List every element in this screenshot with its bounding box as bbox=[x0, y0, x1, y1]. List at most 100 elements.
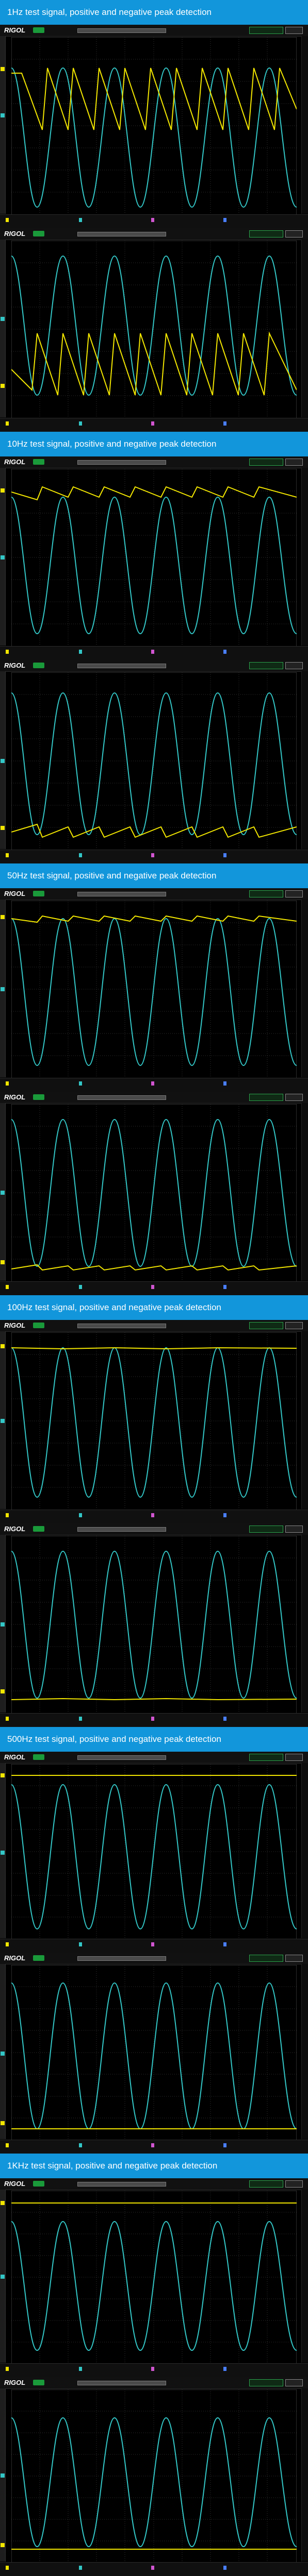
brand-logo: RIGOL bbox=[4, 1954, 26, 1962]
memory-bar bbox=[77, 232, 166, 236]
memory-bar bbox=[77, 892, 166, 896]
run-indicator-icon bbox=[33, 2380, 44, 2385]
right-side-panel bbox=[301, 240, 308, 417]
waveform-display bbox=[11, 901, 297, 1078]
trigger-icon[interactable] bbox=[249, 1322, 283, 1329]
ch1-offset-marker[interactable] bbox=[1, 2543, 5, 2547]
trigger-level-indicator bbox=[285, 1754, 303, 1761]
oscilloscope-screen: RIGOL bbox=[0, 2377, 308, 2576]
trigger-icon[interactable] bbox=[249, 1094, 283, 1101]
trigger-icon[interactable] bbox=[249, 662, 283, 669]
ch2-offset-marker[interactable] bbox=[1, 1851, 5, 1855]
ch4-readout bbox=[222, 2367, 228, 2373]
waveform-display bbox=[11, 37, 297, 215]
ch1-offset-marker[interactable] bbox=[1, 1260, 5, 1264]
ch2-readout bbox=[77, 1513, 84, 1519]
channel-marker-column bbox=[0, 468, 6, 646]
trigger-level-indicator bbox=[285, 2379, 303, 2386]
trigger-level-indicator bbox=[285, 662, 303, 669]
oscilloscope-screen: RIGOL bbox=[0, 2178, 308, 2377]
ch2-offset-marker[interactable] bbox=[1, 2473, 5, 2478]
ch1-offset-marker[interactable] bbox=[1, 488, 5, 493]
channel-marker-column bbox=[0, 1763, 6, 1938]
ch1-offset-marker[interactable] bbox=[1, 2121, 5, 2125]
trigger-icon[interactable] bbox=[249, 230, 283, 238]
scope-toolbar: RIGOL bbox=[0, 25, 308, 37]
ch1-readout bbox=[4, 1942, 10, 1948]
ch3-readout bbox=[150, 2566, 156, 2572]
ch2-waveform bbox=[11, 692, 297, 836]
ch2-offset-marker[interactable] bbox=[1, 555, 5, 560]
ch3-readout bbox=[150, 1513, 156, 1519]
scope-status-bar bbox=[0, 1078, 308, 1092]
scope-toolbar: RIGOL bbox=[0, 456, 308, 468]
ch2-readout bbox=[77, 1285, 84, 1291]
scope-toolbar: RIGOL bbox=[0, 1953, 308, 1964]
channel-marker-column bbox=[0, 240, 6, 417]
scope-toolbar: RIGOL bbox=[0, 1092, 308, 1104]
ch1-readout bbox=[4, 1285, 10, 1291]
trigger-icon[interactable] bbox=[249, 1526, 283, 1533]
ch2-offset-marker[interactable] bbox=[1, 113, 5, 117]
ch2-offset-marker[interactable] bbox=[1, 317, 5, 321]
oscilloscope-screen: RIGOL bbox=[0, 1092, 308, 1295]
ch4-readout bbox=[222, 1717, 228, 1723]
trigger-icon[interactable] bbox=[249, 890, 283, 897]
scope-status-bar bbox=[0, 2562, 308, 2576]
ch3-readout bbox=[150, 421, 156, 428]
memory-bar bbox=[77, 2381, 166, 2385]
ch2-readout bbox=[77, 650, 84, 656]
ch2-offset-marker[interactable] bbox=[1, 1419, 5, 1423]
brand-logo: RIGOL bbox=[4, 1525, 26, 1533]
ch1-offset-marker[interactable] bbox=[1, 67, 5, 71]
oscilloscope-screen: RIGOL bbox=[0, 1320, 308, 1523]
trigger-icon[interactable] bbox=[249, 27, 283, 34]
scope-status-bar bbox=[0, 2363, 308, 2377]
oscilloscope-screen: RIGOL bbox=[0, 1523, 308, 1727]
ch1-offset-marker[interactable] bbox=[1, 2201, 5, 2205]
right-side-panel bbox=[301, 1331, 308, 1509]
trigger-level-indicator bbox=[285, 27, 303, 34]
memory-bar bbox=[77, 1956, 166, 1961]
ch1-offset-marker[interactable] bbox=[1, 826, 5, 830]
run-indicator-icon bbox=[33, 1955, 44, 1961]
trigger-level-indicator bbox=[285, 1526, 303, 1533]
ch4-readout bbox=[222, 421, 228, 428]
oscilloscope-screen: RIGOL bbox=[0, 1752, 308, 1953]
ch4-readout bbox=[222, 1942, 228, 1948]
ch2-offset-marker[interactable] bbox=[1, 2052, 5, 2056]
trigger-icon[interactable] bbox=[249, 2180, 283, 2188]
waveform-display bbox=[11, 1332, 297, 1510]
ch2-readout bbox=[77, 2566, 84, 2572]
waveform-display bbox=[11, 2191, 297, 2364]
oscilloscope-screen: RIGOL bbox=[0, 456, 308, 660]
ch1-offset-marker[interactable] bbox=[1, 915, 5, 919]
brand-logo: RIGOL bbox=[4, 2379, 26, 2386]
ch1-readout bbox=[4, 2367, 10, 2373]
ch2-readout bbox=[77, 421, 84, 428]
trigger-icon[interactable] bbox=[249, 459, 283, 466]
ch1-readout bbox=[4, 1081, 10, 1088]
trigger-icon[interactable] bbox=[249, 2379, 283, 2386]
scope-status-bar bbox=[0, 850, 308, 863]
ch2-offset-marker[interactable] bbox=[1, 2275, 5, 2279]
ch2-offset-marker[interactable] bbox=[1, 987, 5, 991]
ch2-offset-marker[interactable] bbox=[1, 759, 5, 763]
ch2-offset-marker[interactable] bbox=[1, 1191, 5, 1195]
ch2-offset-marker[interactable] bbox=[1, 1622, 5, 1626]
trigger-icon[interactable] bbox=[249, 1955, 283, 1962]
ch1-waveform bbox=[11, 1347, 297, 1350]
section-heading: 10Hz test signal, positive and negative … bbox=[0, 432, 308, 456]
ch3-readout bbox=[150, 1081, 156, 1088]
trigger-icon[interactable] bbox=[249, 1754, 283, 1761]
ch3-readout bbox=[150, 1285, 156, 1291]
right-side-panel bbox=[301, 671, 308, 849]
ch1-offset-marker[interactable] bbox=[1, 1689, 5, 1693]
right-side-panel bbox=[301, 2190, 308, 2363]
ch1-offset-marker[interactable] bbox=[1, 384, 5, 388]
ch1-offset-marker[interactable] bbox=[1, 1773, 5, 1777]
ch1-offset-marker[interactable] bbox=[1, 1344, 5, 1348]
ch1-readout bbox=[4, 1717, 10, 1723]
waveform-display bbox=[11, 1536, 297, 1714]
ch4-readout bbox=[222, 853, 228, 859]
